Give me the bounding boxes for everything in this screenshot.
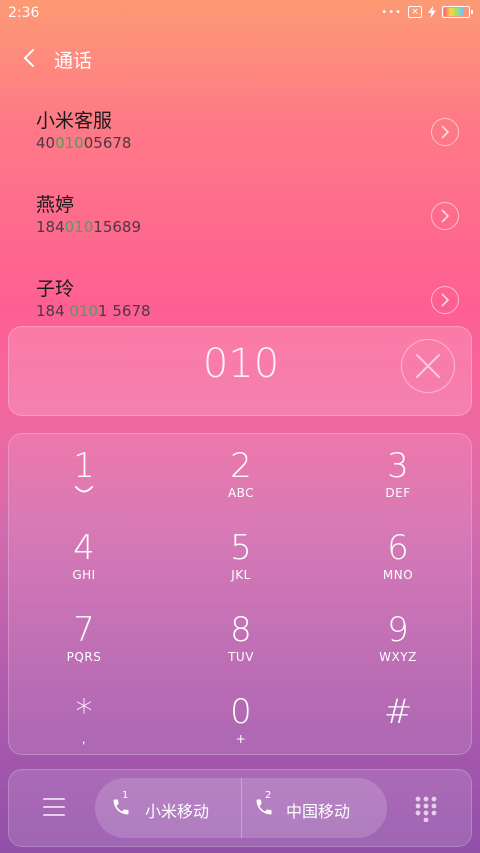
sim-label: 中国移动: [286, 802, 351, 821]
key-7[interactable]: 7 PQRS: [9, 600, 159, 680]
contact-suggestion[interactable]: 小米客服 4001005678: [0, 106, 480, 186]
back-arrow-icon[interactable]: [18, 46, 42, 70]
dial-input-panel: 010: [8, 326, 472, 416]
status-time: 2:36: [8, 5, 40, 21]
key-3[interactable]: 3 DEF: [323, 436, 473, 516]
chevron-right-icon: [441, 125, 450, 139]
sim-index: 1: [122, 790, 129, 801]
voicemail-icon: [75, 486, 93, 493]
sim-index: 2: [265, 790, 272, 801]
contact-number: 18401015689: [36, 218, 141, 236]
sim-label: 小米移动: [145, 802, 210, 821]
sim-call-buttons: 1 小米移动 2 中国移动: [95, 778, 387, 838]
contact-detail-button[interactable]: [431, 202, 459, 230]
key-hash[interactable]: #: [323, 682, 473, 762]
key-4[interactable]: 4 GHI: [9, 518, 159, 598]
header: 通话: [0, 36, 480, 80]
contact-detail-button[interactable]: [431, 118, 459, 146]
contact-name: 子玲: [36, 278, 75, 300]
key-2[interactable]: 2 ABC: [166, 436, 316, 516]
key-6[interactable]: 6 MNO: [323, 518, 473, 598]
close-icon: [416, 354, 440, 378]
key-8[interactable]: 8 TUV: [166, 600, 316, 680]
page-title: 通话: [54, 50, 93, 72]
contact-name: 小米客服: [36, 110, 113, 132]
clear-button[interactable]: [401, 339, 455, 393]
call-sim2-button[interactable]: 2 中国移动: [242, 778, 388, 838]
bottom-bar: 1 小米移动 2 中国移动: [8, 769, 472, 847]
keypad-toggle-icon[interactable]: [415, 796, 437, 822]
contact-name: 燕婷: [36, 194, 75, 216]
chevron-right-icon: [441, 209, 450, 223]
contact-suggestion[interactable]: 燕婷 18401015689: [0, 190, 480, 270]
key-0[interactable]: 0 +: [166, 682, 316, 762]
status-icons: ••• ×: [381, 6, 473, 18]
chevron-right-icon: [441, 293, 450, 307]
contact-number: 4001005678: [36, 134, 132, 152]
key-star[interactable]: * ,: [9, 682, 159, 762]
menu-icon[interactable]: [43, 797, 65, 817]
charging-icon: [428, 6, 436, 18]
key-9[interactable]: 9 WXYZ: [323, 600, 473, 680]
status-bar: 2:36 ••• ×: [0, 0, 480, 28]
call-sim1-button[interactable]: 1 小米移动: [95, 778, 241, 838]
battery-icon: [442, 6, 473, 18]
key-1[interactable]: 1: [9, 436, 159, 516]
key-5[interactable]: 5 JKL: [166, 518, 316, 598]
contact-number: 184 0101 5678: [36, 302, 151, 320]
contact-detail-button[interactable]: [431, 286, 459, 314]
no-sim-icon: ×: [408, 6, 422, 18]
more-notifications-icon: •••: [381, 6, 402, 18]
dial-keypad: 1 2 ABC 3 DEF 4 GHI 5 JKL 6 MNO 7 PQRS 8…: [8, 433, 472, 755]
